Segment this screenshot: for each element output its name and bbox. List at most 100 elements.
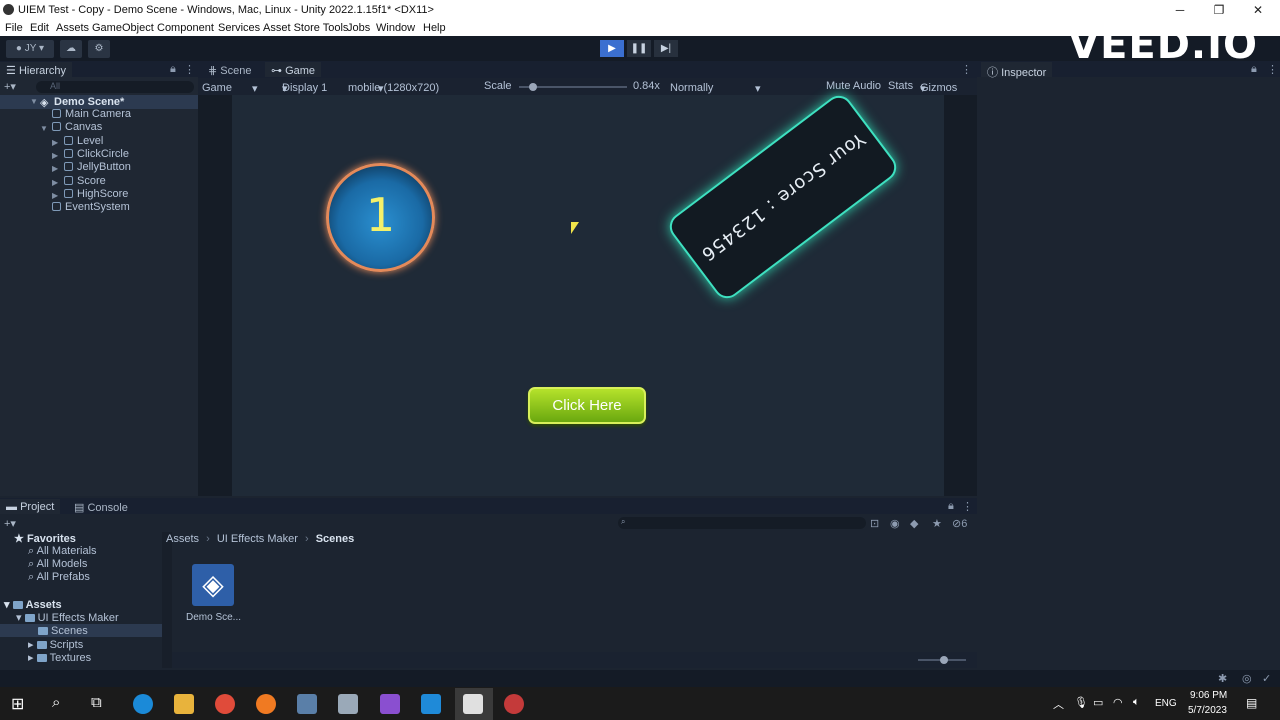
icon-size-slider[interactable] bbox=[918, 656, 966, 664]
expand-arrow-icon[interactable]: ▶ bbox=[52, 191, 58, 200]
menu-services[interactable]: Services bbox=[218, 22, 260, 34]
pause-button[interactable]: ❚❚ bbox=[627, 40, 651, 57]
hierarchy-item-canvas[interactable]: Canvas bbox=[52, 121, 102, 134]
menu-jobs[interactable]: Jobs bbox=[347, 22, 370, 34]
add-icon[interactable]: +▾ bbox=[4, 80, 16, 93]
hierarchy-item-main-camera[interactable]: Main Camera bbox=[52, 108, 131, 121]
folder-scripts[interactable]: ▸ Scripts bbox=[28, 638, 83, 651]
windows-start-icon[interactable]: ⊞ bbox=[11, 694, 24, 714]
step-button[interactable]: ▶| bbox=[654, 40, 678, 57]
level-circle[interactable]: 1 bbox=[326, 163, 435, 272]
restore-icon[interactable]: ❐ bbox=[1212, 3, 1226, 17]
expand-arrow-icon[interactable]: ▶ bbox=[52, 178, 58, 187]
filter-label-icon[interactable]: ◉ bbox=[890, 517, 900, 530]
tab-game[interactable]: ⊶ Game bbox=[265, 62, 322, 77]
wifi-icon[interactable]: ◠ bbox=[1113, 696, 1123, 709]
bug-icon[interactable]: ✱ bbox=[1218, 672, 1227, 685]
recorder-icon[interactable] bbox=[504, 694, 524, 714]
menu-component[interactable]: Component bbox=[157, 22, 214, 34]
favorites-header[interactable]: ★ Favorites bbox=[14, 532, 76, 545]
click-here-button[interactable]: Click Here bbox=[528, 387, 646, 424]
battery-icon[interactable]: ▭ bbox=[1093, 696, 1103, 709]
scale-slider[interactable] bbox=[519, 83, 627, 91]
folder-textures[interactable]: ▸ Textures bbox=[28, 651, 91, 664]
microphone-icon[interactable]: 🎙︎ bbox=[1074, 696, 1088, 709]
lock-icon[interactable]: 🔒︎ bbox=[170, 63, 176, 76]
hierarchy-search-input[interactable]: All bbox=[36, 81, 194, 93]
kebab-menu-icon[interactable]: ⋮ bbox=[1267, 63, 1278, 76]
menu-help[interactable]: Help bbox=[423, 22, 446, 34]
hidden-packages-count[interactable]: ⊘6 bbox=[952, 517, 967, 530]
stats-button[interactable]: Stats bbox=[888, 80, 913, 92]
expand-arrow-icon[interactable]: ▼ bbox=[40, 124, 48, 133]
tab-hierarchy[interactable]: ☰ Hierarchy bbox=[0, 62, 73, 77]
menu-gameobject[interactable]: GameObject bbox=[92, 22, 154, 34]
firefox-icon[interactable] bbox=[256, 694, 276, 714]
tab-project[interactable]: ▬ Project bbox=[0, 499, 61, 514]
breadcrumb-ui-effects-maker[interactable]: UI Effects Maker bbox=[217, 533, 298, 545]
calculator-icon[interactable] bbox=[338, 694, 358, 714]
language-indicator[interactable]: ENG bbox=[1155, 698, 1177, 709]
breadcrumb-assets[interactable]: Assets bbox=[166, 533, 199, 545]
speaker-icon[interactable]: 🔈︎ bbox=[1133, 696, 1140, 709]
app-icon[interactable] bbox=[297, 694, 317, 714]
tab-scene[interactable]: ⋕ Scene bbox=[202, 62, 257, 77]
lock-icon[interactable]: 🔒︎ bbox=[1251, 63, 1257, 76]
collab-icon[interactable]: ⚙ bbox=[88, 40, 110, 58]
menu-file[interactable]: File bbox=[5, 22, 23, 34]
menu-asset-store-tools[interactable]: Asset Store Tools bbox=[263, 22, 348, 34]
kebab-menu-icon[interactable]: ⋮ bbox=[184, 63, 195, 76]
vscode-icon[interactable] bbox=[421, 694, 441, 714]
checkmark-icon[interactable]: ✓ bbox=[1262, 672, 1271, 685]
filter-type-icon[interactable]: ⊡ bbox=[870, 517, 879, 530]
progress-icon[interactable]: ◎ bbox=[1242, 672, 1252, 685]
scene-row[interactable]: ▼ ◈ Demo Scene* bbox=[0, 95, 198, 109]
hierarchy-item-score[interactable]: Score bbox=[64, 175, 106, 188]
scale-slider-handle[interactable] bbox=[529, 83, 537, 91]
chrome-icon[interactable] bbox=[215, 694, 235, 714]
mute-audio-button[interactable]: Mute Audio bbox=[826, 80, 881, 92]
favorite-all-prefabs[interactable]: ⌕ All Prefabs bbox=[28, 571, 90, 584]
breadcrumb-scenes[interactable]: Scenes bbox=[316, 533, 355, 545]
star-icon[interactable]: ★ bbox=[932, 517, 942, 530]
kebab-menu-icon[interactable]: ⋮ bbox=[962, 500, 973, 513]
icon-size-slider-handle[interactable] bbox=[940, 656, 948, 664]
search-icon[interactable]: ⌕ bbox=[52, 694, 60, 711]
cloud-icon[interactable]: ☁ bbox=[60, 40, 82, 58]
visual-studio-icon[interactable] bbox=[380, 694, 400, 714]
task-view-icon[interactable]: ⧉ bbox=[91, 694, 102, 711]
expand-arrow-icon[interactable]: ▶ bbox=[52, 138, 58, 147]
lock-icon[interactable]: 🔒︎ bbox=[948, 500, 954, 513]
edge-icon[interactable] bbox=[133, 694, 153, 714]
hierarchy-item-clickcircle[interactable]: ClickCircle bbox=[64, 148, 129, 161]
add-icon[interactable]: +▾ bbox=[4, 517, 16, 530]
folder-scenes[interactable]: Scenes bbox=[38, 625, 88, 637]
assets-header[interactable]: ▾ Assets bbox=[4, 598, 62, 611]
tree-scrollbar[interactable] bbox=[162, 532, 172, 668]
file-explorer-icon[interactable] bbox=[174, 694, 194, 714]
unity-icon[interactable] bbox=[463, 694, 483, 714]
notifications-icon[interactable]: ▤ bbox=[1246, 696, 1257, 710]
favorite-all-materials[interactable]: ⌕ All Materials bbox=[28, 545, 97, 558]
expand-arrow-icon[interactable]: ▶ bbox=[52, 151, 58, 160]
expand-arrow-icon[interactable]: ▶ bbox=[52, 164, 58, 173]
kebab-menu-icon[interactable]: ⋮ bbox=[961, 63, 972, 76]
favorite-all-models[interactable]: ⌕ All Models bbox=[28, 558, 87, 571]
tab-console[interactable]: ▤ Console bbox=[68, 499, 134, 514]
unity-scene-asset-icon[interactable]: ◈ bbox=[192, 564, 234, 606]
hierarchy-item-level[interactable]: Level bbox=[64, 135, 103, 148]
hierarchy-item-eventsystem[interactable]: EventSystem bbox=[52, 201, 130, 214]
folder-ui-effects-maker[interactable]: ▾ UI Effects Maker bbox=[16, 611, 119, 624]
expand-arrow-icon[interactable]: ▼ bbox=[30, 97, 38, 106]
close-icon[interactable]: ✕ bbox=[1251, 3, 1265, 17]
project-search-input[interactable]: ⌕ bbox=[618, 517, 866, 529]
minimize-icon[interactable]: ─ bbox=[1173, 3, 1187, 17]
clock-date[interactable]: 5/7/2023 bbox=[1188, 705, 1227, 716]
hierarchy-item-highscore[interactable]: HighScore bbox=[64, 188, 128, 201]
menu-edit[interactable]: Edit bbox=[30, 22, 49, 34]
chevron-up-icon[interactable]: ︿ bbox=[1053, 696, 1064, 712]
menu-window[interactable]: Window bbox=[376, 22, 415, 34]
play-button[interactable]: ▶ bbox=[600, 40, 624, 57]
tag-icon[interactable]: ◆ bbox=[910, 517, 918, 530]
clock-time[interactable]: 9:06 PM bbox=[1190, 690, 1227, 701]
